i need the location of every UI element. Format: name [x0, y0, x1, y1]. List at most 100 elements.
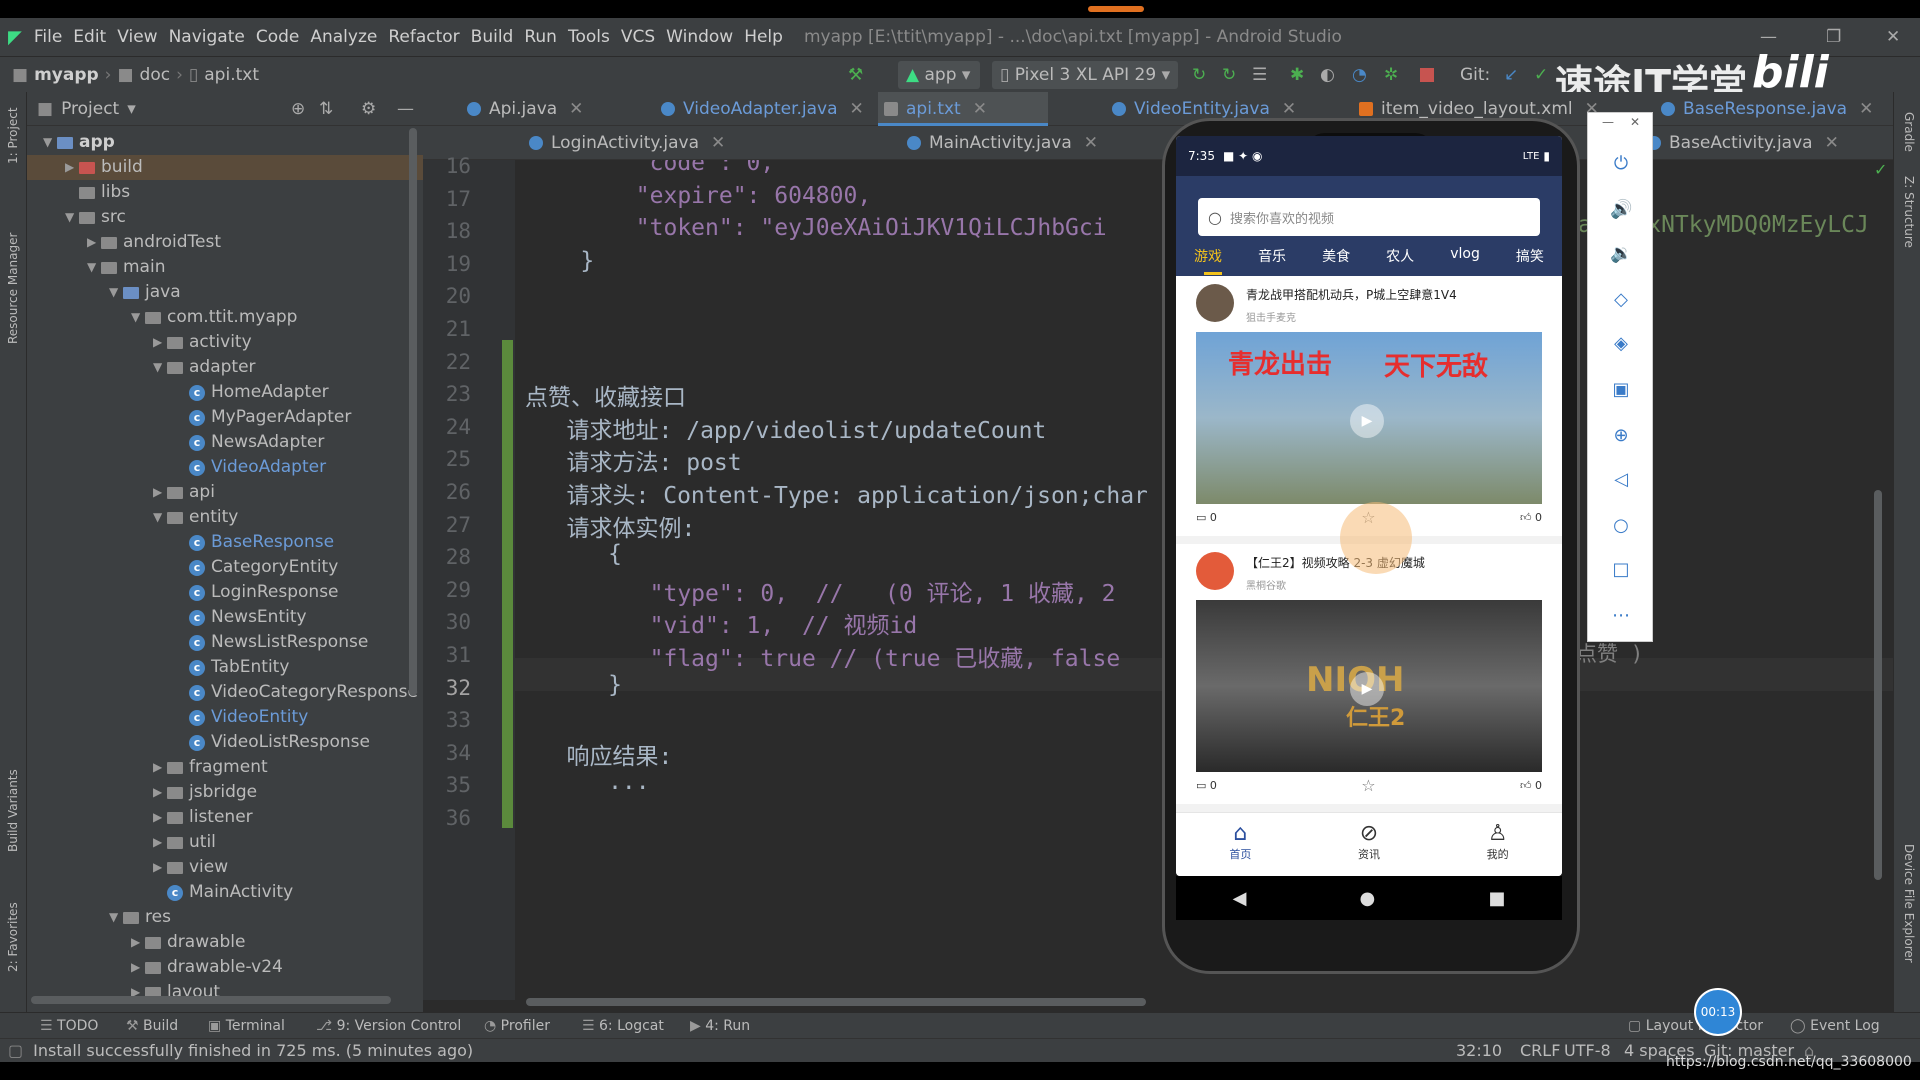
hide-panel-icon[interactable]: — — [397, 99, 414, 119]
expand-arrow-icon[interactable]: ▶ — [131, 930, 145, 955]
status-toggle-icon[interactable]: ▢ — [8, 1041, 23, 1060]
play-icon[interactable]: ▶ — [1350, 404, 1384, 438]
tree-item[interactable]: ▶ build — [27, 155, 423, 180]
home-circle-icon[interactable]: ● — [1360, 888, 1376, 909]
menu-item-help[interactable]: Help — [744, 27, 783, 47]
avatar[interactable] — [1196, 284, 1234, 322]
debug-icon[interactable]: ✱ — [1290, 65, 1304, 85]
tree-item[interactable]: c CategoryEntity — [175, 555, 338, 580]
tree-item[interactable]: c MyPagerAdapter — [175, 405, 351, 430]
tree-item[interactable]: ▼ src — [65, 205, 126, 230]
editor-tab[interactable]: BaseResponse.java ✕ — [1655, 92, 1873, 126]
tree-item[interactable]: ▶ activity — [153, 330, 252, 355]
tool-tab[interactable]: ▣ Terminal — [208, 1018, 285, 1034]
tree-item[interactable]: c VideoCategoryResponse — [175, 680, 418, 705]
zoom-icon[interactable]: ⊕ — [1610, 425, 1632, 447]
tree-item[interactable]: c VideoEntity — [175, 705, 308, 730]
expand-arrow-icon[interactable]: ▼ — [153, 355, 167, 380]
play-icon[interactable]: ▶ — [1350, 672, 1384, 706]
expand-arrow-icon[interactable]: ▶ — [87, 230, 101, 255]
menu-item-refactor[interactable]: Refactor — [388, 27, 459, 47]
tool-tab[interactable]: ▶ 4: Run — [690, 1018, 750, 1034]
more-icon[interactable]: ⋯ — [1610, 605, 1632, 627]
menu-item-window[interactable]: Window — [666, 27, 733, 47]
tree-item[interactable]: c VideoAdapter — [175, 455, 326, 480]
tree-item[interactable]: ▼ main — [87, 255, 165, 280]
favorites-tab[interactable]: 2: Favorites — [6, 902, 20, 972]
tree-item[interactable]: c VideoListResponse — [175, 730, 370, 755]
editor-tab[interactable]: LoginActivity.java ✕ — [523, 126, 725, 160]
editor-tab[interactable]: VideoAdapter.java ✕ — [655, 92, 864, 126]
profile-icon[interactable]: ◔ — [1352, 65, 1367, 85]
tree-scrollbar[interactable] — [409, 128, 417, 696]
tree-item[interactable]: ▼ com.ttit.myapp — [131, 305, 297, 330]
editor-tab[interactable]: BaseActivity.java ✕ — [1641, 126, 1839, 160]
tree-hscrollbar[interactable] — [31, 996, 391, 1004]
like-button[interactable]: 👍︎ 0 — [1520, 779, 1542, 792]
git-commit-icon[interactable]: ✓ — [1534, 65, 1548, 85]
tree-item[interactable]: ▼ adapter — [153, 355, 256, 380]
tree-item[interactable]: c NewsListResponse — [175, 630, 368, 655]
emu-close-icon[interactable]: ✕ — [1630, 115, 1640, 129]
recents-icon[interactable]: ■ — [1488, 888, 1505, 909]
gradle-tab[interactable]: Gradle — [1902, 112, 1916, 152]
editor-tab[interactable]: Api.java ✕ — [461, 92, 583, 126]
video-thumbnail[interactable]: 青龙出击 天下无敌 ▶ — [1196, 332, 1542, 504]
tree-item[interactable]: ▶ util — [153, 830, 216, 855]
nav-news[interactable]: ⊘ 资讯 — [1305, 813, 1434, 876]
category-tab[interactable]: 美食 — [1322, 246, 1350, 274]
comment-button[interactable]: ▭ 0 — [1196, 779, 1217, 792]
expand-arrow-icon[interactable]: ▼ — [131, 305, 145, 330]
tree-item[interactable]: ▼ entity — [153, 505, 238, 530]
tab-close-icon[interactable]: ✕ — [1825, 133, 1839, 153]
tree-item[interactable]: ▶ jsbridge — [153, 780, 257, 805]
tree-item[interactable]: libs — [65, 180, 130, 205]
menu-item-analyze[interactable]: Analyze — [310, 27, 377, 47]
breadcrumb-project[interactable]: myapp — [34, 65, 99, 85]
settings-gear-icon[interactable]: ⚙ — [361, 99, 376, 119]
tree-item[interactable]: ▶ api — [153, 480, 215, 505]
apply-code-icon[interactable]: ↻ — [1222, 65, 1236, 85]
volume-up-icon[interactable]: 🔊 — [1610, 199, 1632, 221]
tab-close-icon[interactable]: ✕ — [850, 99, 864, 119]
locate-icon[interactable]: ⊕ — [291, 99, 305, 119]
expand-arrow-icon[interactable]: ▶ — [153, 330, 167, 355]
expand-arrow-icon[interactable]: ▶ — [153, 755, 167, 780]
tree-item[interactable]: ▶ drawable — [131, 930, 246, 955]
build-variants-tab[interactable]: Build Variants — [6, 769, 20, 852]
caret-position[interactable]: 32:10 — [1456, 1041, 1502, 1060]
restore-icon[interactable]: ❐ — [1826, 27, 1841, 47]
tool-tab[interactable]: ☰ TODO — [40, 1018, 98, 1034]
tree-item[interactable]: c NewsAdapter — [175, 430, 324, 455]
menu-item-build[interactable]: Build — [471, 27, 514, 47]
tree-item[interactable]: ▶ view — [153, 855, 228, 880]
expand-arrow-icon[interactable]: ▶ — [153, 480, 167, 505]
avatar[interactable] — [1196, 552, 1234, 590]
comment-button[interactable]: ▭ 0 — [1196, 511, 1217, 524]
tree-item[interactable]: ▼ res — [109, 905, 171, 930]
build-hammer-icon[interactable]: ⚒ — [848, 65, 863, 85]
category-tab[interactable]: vlog — [1450, 246, 1480, 274]
emu-overview-icon[interactable]: □ — [1610, 559, 1632, 581]
emu-back-icon[interactable]: ◁ — [1610, 469, 1632, 491]
coverage-icon[interactable]: ☰ — [1252, 65, 1267, 85]
device-select[interactable]: ▯ Pixel 3 XL API 29 ▾ — [992, 60, 1178, 89]
nav-mine[interactable]: ♙ 我的 — [1433, 813, 1562, 876]
collapse-icon[interactable]: ⇅ — [319, 99, 333, 119]
emu-minimize-icon[interactable]: — — [1602, 115, 1614, 129]
menu-item-file[interactable]: File — [34, 27, 62, 47]
tool-tab[interactable]: ☰ 6: Logcat — [582, 1018, 664, 1034]
tab-close-icon[interactable]: ✕ — [1084, 133, 1098, 153]
tab-close-icon[interactable]: ✕ — [1859, 99, 1873, 119]
breadcrumb-file[interactable]: api.txt — [204, 65, 259, 85]
editor-tab[interactable]: api.txt ✕ — [878, 92, 1048, 126]
expand-arrow-icon[interactable]: ▼ — [109, 280, 123, 305]
rotate-left-icon[interactable]: ◇ — [1610, 289, 1632, 311]
search-input[interactable]: ○ 搜索你喜欢的视频 — [1198, 198, 1540, 236]
tree-item[interactable]: ▶ drawable-v24 — [131, 955, 283, 980]
tool-tab[interactable]: ◔ Profiler — [484, 1018, 550, 1034]
favorite-star-icon[interactable]: ☆ — [1361, 776, 1375, 795]
tree-item[interactable]: ▶ fragment — [153, 755, 268, 780]
video-card[interactable]: 青龙战甲搭配机动兵，P城上空肆意1V4狙击手麦克青龙出击天下无敌▶▭ 0☆👍︎ … — [1176, 276, 1562, 536]
tool-tab[interactable]: ⚒ Build — [126, 1018, 178, 1034]
